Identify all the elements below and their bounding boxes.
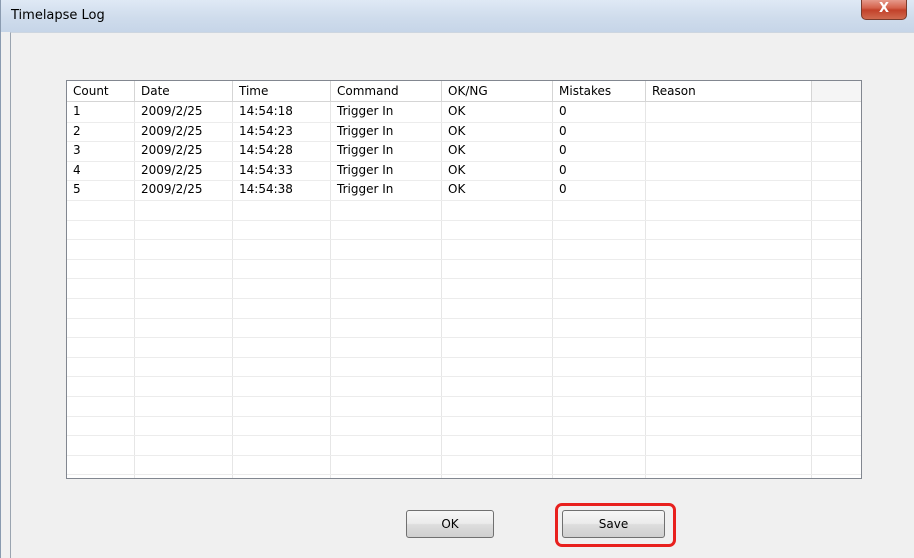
cell-time: 14:54:23	[239, 124, 293, 138]
cell-command: Trigger In	[337, 124, 394, 138]
cell-reason	[646, 122, 812, 141]
table-row[interactable]: 2 2009/2/25 14:54:23 Trigger In OK 0	[67, 122, 812, 141]
cell-ok-ng: OK	[448, 182, 466, 196]
cell-count: 4	[73, 163, 81, 177]
cell-date: 2009/2/25	[141, 143, 203, 157]
cell-count: 5	[73, 182, 81, 196]
cell-reason	[646, 102, 812, 121]
close-button[interactable]: X	[861, 0, 907, 20]
cell-date: 2009/2/25	[141, 124, 203, 138]
log-table[interactable]: Count Date Time Command OK/NG Mistakes R…	[66, 80, 862, 479]
cell-command: Trigger In	[337, 104, 394, 118]
cell-date: 2009/2/25	[141, 182, 203, 196]
title-bar[interactable]: Timelapse Log X	[1, 0, 914, 32]
cell-time: 14:54:38	[239, 182, 293, 196]
cell-ok-ng: OK	[448, 143, 466, 157]
cell-mistakes: 0	[559, 143, 567, 157]
row-gridline	[67, 259, 861, 260]
column-header-mistakes[interactable]: Mistakes	[553, 81, 646, 101]
cell-count: 2	[73, 124, 81, 138]
row-gridline	[67, 416, 861, 417]
cell-ok-ng: OK	[448, 163, 466, 177]
column-header-time[interactable]: Time	[233, 81, 331, 101]
cell-reason	[646, 161, 812, 180]
cell-ok-ng: OK	[448, 104, 466, 118]
cell-mistakes: 0	[559, 124, 567, 138]
cell-mistakes: 0	[559, 182, 567, 196]
row-gridline	[67, 474, 861, 475]
row-gridline	[67, 239, 861, 240]
cell-mistakes: 0	[559, 163, 567, 177]
row-gridline	[67, 435, 861, 436]
cell-mistakes: 0	[559, 104, 567, 118]
table-header: Count Date Time Command OK/NG Mistakes R…	[67, 81, 861, 102]
cell-time: 14:54:28	[239, 143, 293, 157]
cell-time: 14:54:33	[239, 163, 293, 177]
cell-reason	[646, 180, 812, 199]
cell-command: Trigger In	[337, 163, 394, 177]
column-header-command[interactable]: Command	[331, 81, 442, 101]
column-header-filler	[812, 81, 861, 101]
table-row[interactable]: 5 2009/2/25 14:54:38 Trigger In OK 0	[67, 180, 812, 199]
column-header-count[interactable]: Count	[67, 81, 135, 101]
row-gridline	[67, 357, 861, 358]
save-button-highlight	[555, 503, 676, 547]
cell-command: Trigger In	[337, 182, 394, 196]
window-title: Timelapse Log	[11, 8, 105, 23]
table-row[interactable]: 1 2009/2/25 14:54:18 Trigger In OK 0	[67, 102, 812, 121]
column-header-date[interactable]: Date	[135, 81, 233, 101]
table-row[interactable]: 3 2009/2/25 14:54:28 Trigger In OK 0	[67, 141, 812, 160]
row-gridline	[67, 278, 861, 279]
column-header-reason[interactable]: Reason	[646, 81, 812, 101]
row-gridline	[67, 220, 861, 221]
cell-reason	[646, 141, 812, 160]
timelapse-log-window: Timelapse Log X Count Date Time Command …	[0, 0, 914, 558]
cell-ok-ng: OK	[448, 124, 466, 138]
cell-time: 14:54:18	[239, 104, 293, 118]
row-gridline	[67, 396, 861, 397]
table-body: 1 2009/2/25 14:54:18 Trigger In OK 0 2 2009/2/2…	[67, 102, 861, 478]
cell-count: 1	[73, 104, 81, 118]
row-gridline	[67, 318, 861, 319]
cell-date: 2009/2/25	[141, 104, 203, 118]
close-icon: X	[878, 1, 890, 16]
row-gridline	[67, 337, 861, 338]
table-row[interactable]: 4 2009/2/25 14:54:33 Trigger In OK 0	[67, 161, 812, 180]
row-gridline	[67, 455, 861, 456]
ok-button[interactable]: OK	[406, 510, 494, 538]
cell-count: 3	[73, 143, 81, 157]
row-gridline	[67, 298, 861, 299]
cell-date: 2009/2/25	[141, 163, 203, 177]
cell-command: Trigger In	[337, 143, 394, 157]
row-gridline	[67, 376, 861, 377]
column-header-ok-ng[interactable]: OK/NG	[442, 81, 553, 101]
row-gridline	[67, 200, 861, 201]
